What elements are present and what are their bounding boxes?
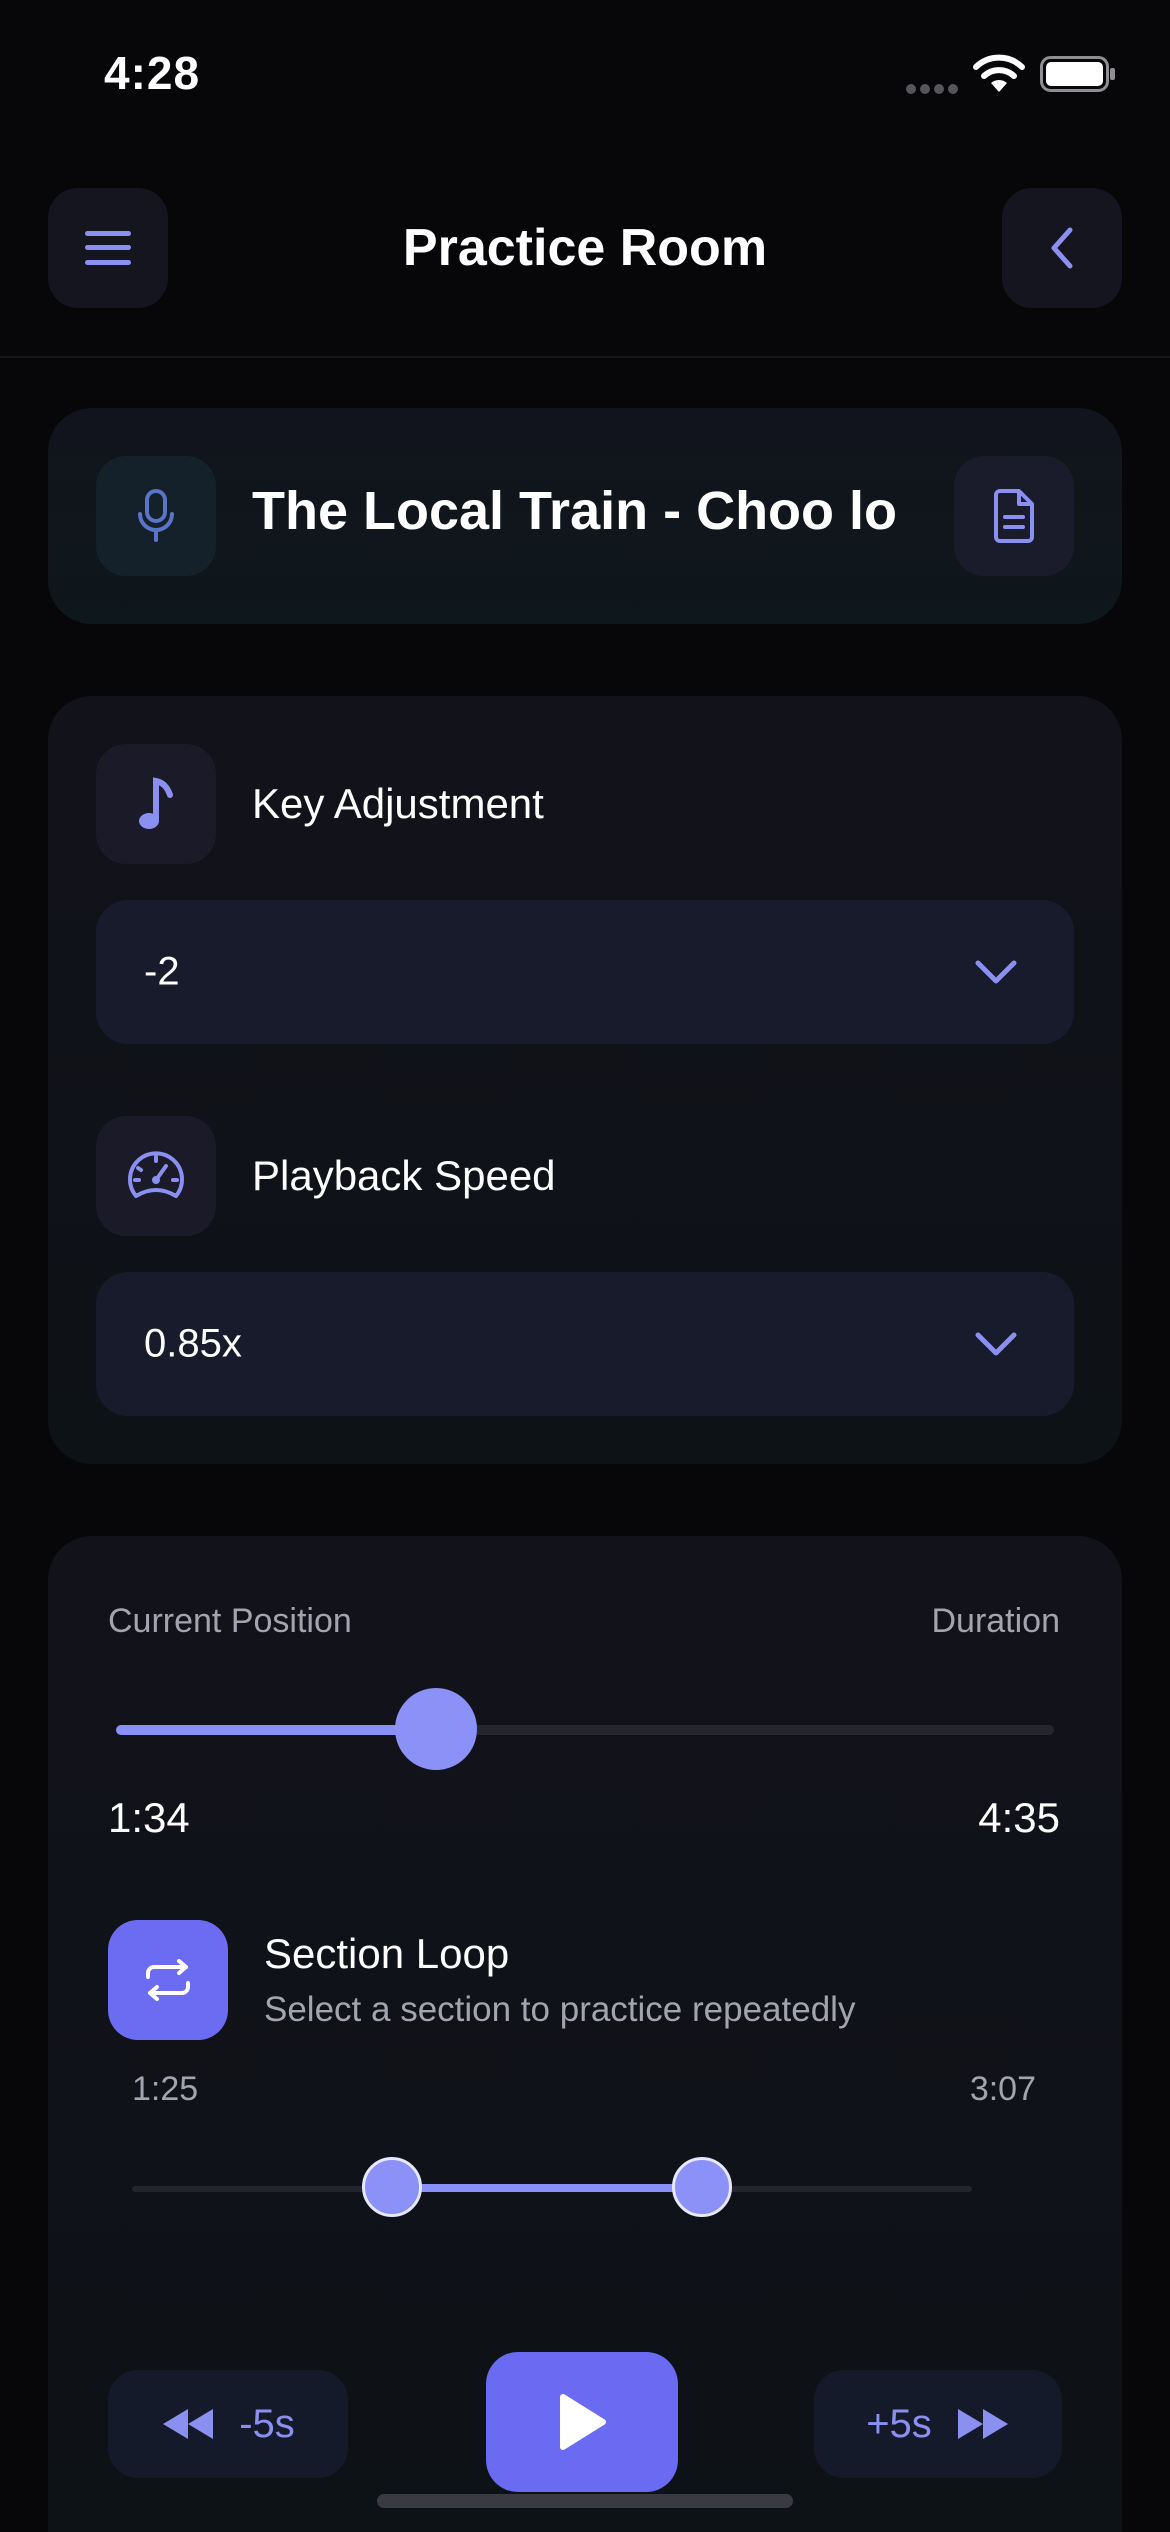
current-position-label: Current Position <box>108 1602 352 1640</box>
current-time: 1:34 <box>108 1794 190 1841</box>
home-indicator <box>377 2494 793 2508</box>
loop-start-time: 1:25 <box>132 2070 199 2108</box>
progress-fill <box>116 1725 436 1735</box>
key-adjustment-icon-tile <box>96 744 216 864</box>
loop-end-handle[interactable] <box>672 2157 733 2217</box>
play-button[interactable] <box>486 2352 678 2492</box>
wifi-icon <box>972 54 1026 94</box>
chevron-down-icon <box>975 960 1017 984</box>
loop-range-slider[interactable] <box>132 2157 972 2220</box>
section-loop-toggle[interactable] <box>108 1920 228 2040</box>
header-divider <box>0 356 1170 358</box>
loop-start-handle[interactable] <box>361 2157 422 2217</box>
section-loop-title: Section Loop <box>264 1930 510 1977</box>
duration-label: Duration <box>931 1602 1060 1640</box>
rewind-label: -5s <box>239 2401 295 2446</box>
progress-knob[interactable] <box>394 1688 477 1770</box>
fast-forward-icon <box>957 2409 1008 2439</box>
music-note-icon <box>139 777 173 829</box>
key-adjustment-value: -2 <box>144 949 180 994</box>
duration-time: 4:35 <box>978 1794 1060 1841</box>
chevron-left-icon <box>1051 227 1073 269</box>
repeat-icon <box>146 1959 190 2001</box>
microphone-button[interactable] <box>96 456 216 576</box>
playback-speed-value: 0.85x <box>144 1321 242 1366</box>
key-adjustment-label: Key Adjustment <box>252 780 544 827</box>
lyrics-button[interactable] <box>954 456 1074 576</box>
document-icon <box>994 489 1034 543</box>
rewind-button[interactable]: -5s <box>108 2370 348 2478</box>
section-loop-subtitle: Select a section to practice repeatedly <box>264 1990 856 2029</box>
back-button[interactable] <box>1002 188 1122 308</box>
key-adjustment-select[interactable]: -2 <box>96 900 1074 1044</box>
status-time: 4:28 <box>104 47 201 99</box>
speedometer-icon <box>128 1151 184 1198</box>
forward-label: +5s <box>866 2401 932 2446</box>
song-title: The Local Train - Choo lo <box>252 481 898 541</box>
playback-speed-icon-tile <box>96 1116 216 1236</box>
loop-end-time: 3:07 <box>969 2070 1036 2108</box>
cellular-signal-icon <box>906 82 960 94</box>
progress-slider[interactable] <box>116 1688 1054 1770</box>
page-title: Practice Room <box>402 219 768 277</box>
playback-speed-select[interactable]: 0.85x <box>96 1272 1074 1416</box>
battery-icon <box>1040 56 1116 92</box>
loop-range-fill <box>391 2184 703 2192</box>
chevron-down-icon <box>975 1332 1017 1356</box>
play-icon <box>560 2394 606 2450</box>
playback-speed-label: Playback Speed <box>252 1152 556 1199</box>
forward-button[interactable]: +5s <box>814 2370 1062 2478</box>
microphone-icon <box>138 489 174 542</box>
rewind-icon <box>163 2409 214 2439</box>
